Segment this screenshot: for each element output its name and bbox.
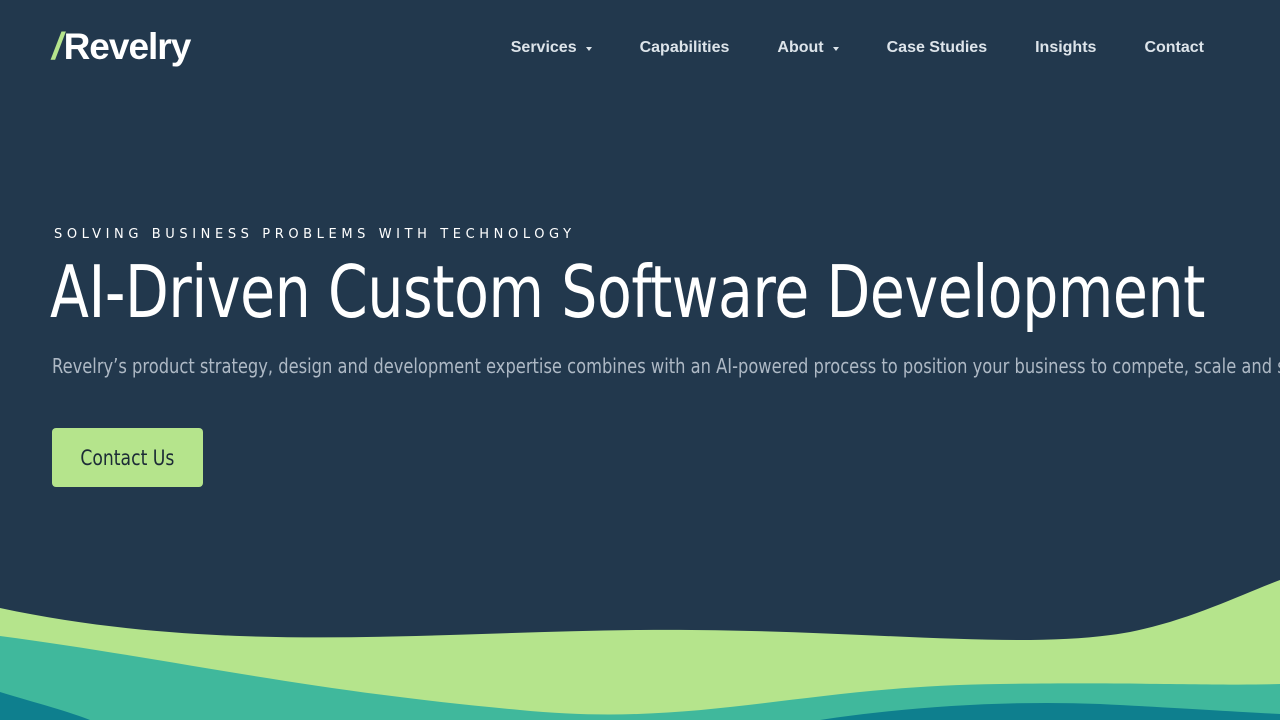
decorative-waves bbox=[0, 580, 1280, 720]
chevron-down-icon bbox=[585, 47, 592, 51]
nav-item-label: Insights bbox=[1035, 39, 1097, 56]
nav-item-label: About bbox=[777, 39, 824, 56]
revelry-logo[interactable]: / Revelry bbox=[52, 26, 192, 68]
nav-item-label: Capabilities bbox=[639, 39, 730, 56]
nav-item-label: Contact bbox=[1144, 39, 1204, 56]
hero-eyebrow: SOLVING BUSINESS PROBLEMS WITH TECHNOLOG… bbox=[54, 227, 576, 242]
hero-subhead: Revelry’s product strategy, design and d… bbox=[52, 354, 1280, 378]
contact-us-button-label: Contact Us bbox=[80, 445, 175, 470]
nav-item-services[interactable]: Services bbox=[511, 39, 592, 57]
nav-item-label: Services bbox=[510, 39, 577, 56]
nav-item-about[interactable]: About bbox=[777, 39, 839, 57]
logo-wordmark: Revelry bbox=[63, 26, 192, 67]
hero-headline: AI-Driven Custom Software Development bbox=[50, 250, 1206, 334]
logo-mark: / bbox=[52, 26, 63, 68]
chevron-down-icon bbox=[832, 47, 839, 51]
nav-item-insights[interactable]: Insights bbox=[1035, 39, 1096, 57]
nav-item-label: Case Studies bbox=[886, 39, 988, 56]
site-header: / Revelry Services Capabilities About Ca… bbox=[0, 0, 1280, 95]
hero-section: SOLVING BUSINESS PROBLEMS WITH TECHNOLOG… bbox=[50, 226, 1280, 381]
nav-item-capabilities[interactable]: Capabilities bbox=[640, 39, 730, 57]
nav-item-contact[interactable]: Contact bbox=[1144, 39, 1204, 57]
main-nav: Services Capabilities About Case Studies… bbox=[511, 36, 1204, 60]
contact-us-button[interactable]: Contact Us bbox=[52, 428, 203, 487]
nav-item-case-studies[interactable]: Case Studies bbox=[887, 39, 987, 57]
